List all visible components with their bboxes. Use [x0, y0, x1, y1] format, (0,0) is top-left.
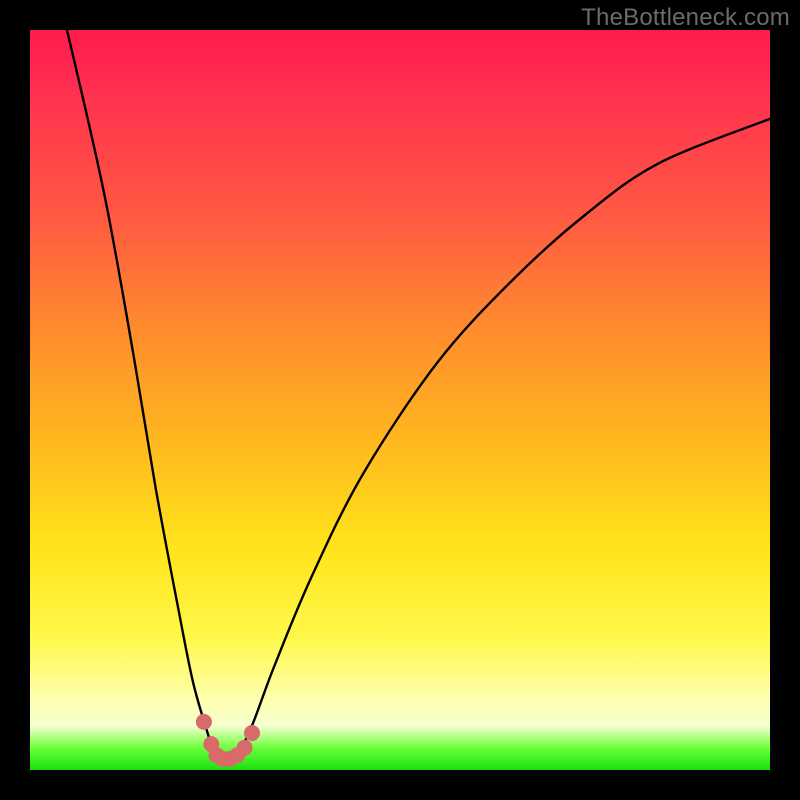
chart-frame — [30, 30, 770, 770]
bottleneck-chart-svg — [30, 30, 770, 770]
bottleneck-curve-path — [67, 30, 770, 763]
minimum-marker — [196, 714, 212, 730]
minimum-marker — [244, 725, 260, 741]
watermark-text: TheBottleneck.com — [581, 4, 790, 32]
minimum-marker — [237, 740, 253, 756]
minimum-markers-group — [196, 714, 260, 767]
